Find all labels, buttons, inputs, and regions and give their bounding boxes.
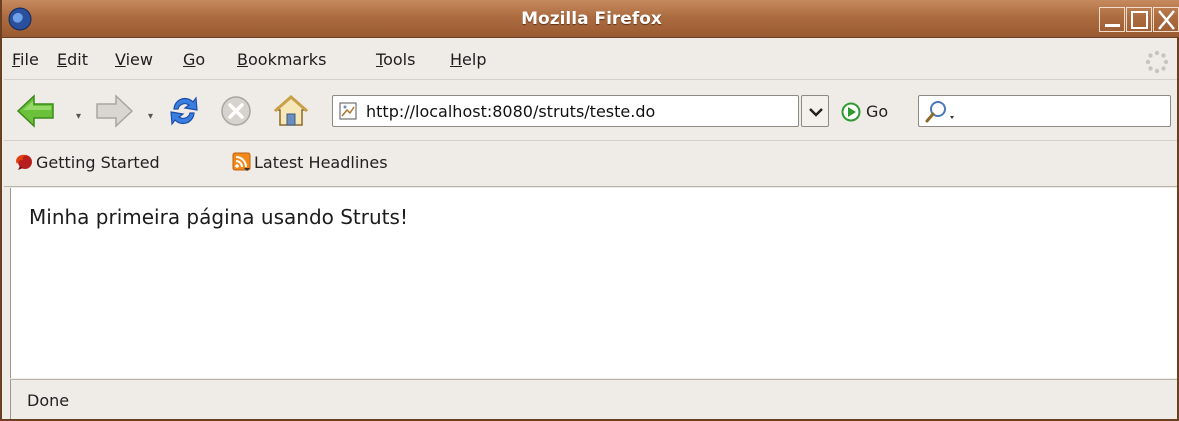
menu-help[interactable]: Help bbox=[450, 50, 486, 69]
title-bar[interactable]: Mozilla Firefox bbox=[2, 0, 1179, 38]
bookmark-latest-headlines[interactable]: Latest Headlines bbox=[232, 152, 388, 172]
url-input[interactable]: http://localhost:8080/struts/teste.do bbox=[366, 102, 655, 121]
close-button[interactable] bbox=[1153, 7, 1179, 32]
page-content: Minha primeira página usando Struts! bbox=[10, 188, 1177, 378]
menu-bar: File Edit View Go Bookmarks Tools Help bbox=[4, 40, 1177, 80]
throbber-icon bbox=[1145, 50, 1169, 74]
search-icon bbox=[925, 101, 954, 123]
window-title: Mozilla Firefox bbox=[521, 9, 662, 29]
close-icon bbox=[1158, 10, 1175, 30]
browser-window: Mozilla Firefox File Edit View Go Bookma… bbox=[0, 0, 1179, 421]
maximize-icon bbox=[1131, 11, 1148, 29]
menu-bookmarks[interactable]: Bookmarks bbox=[237, 50, 326, 69]
firefox-icon bbox=[16, 154, 32, 170]
menu-edit[interactable]: Edit bbox=[57, 50, 88, 69]
page-favicon-icon bbox=[339, 102, 357, 120]
search-input[interactable] bbox=[918, 95, 1171, 127]
menu-file[interactable]: File bbox=[12, 50, 39, 69]
status-text: Done bbox=[27, 391, 70, 410]
bookmarks-toolbar: Getting Started Latest Headlines bbox=[4, 142, 1177, 187]
minimize-button[interactable] bbox=[1099, 7, 1125, 32]
menu-view[interactable]: View bbox=[115, 50, 153, 69]
go-label: Go bbox=[866, 102, 889, 121]
chevron-down-icon bbox=[809, 108, 823, 117]
navigation-toolbar: ▾ ▾ http://localhost:8080/struts/teste.d… bbox=[4, 81, 1177, 141]
go-arrow-icon bbox=[841, 102, 861, 122]
forward-arrow-icon[interactable] bbox=[94, 93, 134, 129]
forward-history-dropdown-icon[interactable]: ▾ bbox=[148, 111, 153, 122]
rss-feed-icon bbox=[232, 152, 251, 171]
stop-icon[interactable] bbox=[218, 93, 254, 129]
maximize-button[interactable] bbox=[1126, 7, 1152, 32]
menu-tools[interactable]: Tools bbox=[376, 50, 415, 69]
minimize-icon bbox=[1105, 24, 1120, 27]
status-bar: Done bbox=[10, 379, 1177, 419]
url-bar[interactable]: http://localhost:8080/struts/teste.do bbox=[332, 95, 799, 127]
url-history-dropdown[interactable] bbox=[801, 95, 829, 127]
back-history-dropdown-icon[interactable]: ▾ bbox=[76, 111, 81, 122]
reload-icon[interactable] bbox=[166, 93, 202, 129]
page-body-text: Minha primeira página usando Struts! bbox=[29, 205, 408, 229]
bookmark-getting-started[interactable]: Getting Started bbox=[14, 152, 160, 172]
menu-go[interactable]: Go bbox=[183, 50, 205, 69]
back-arrow-icon[interactable] bbox=[16, 93, 56, 129]
home-icon[interactable] bbox=[272, 93, 310, 129]
